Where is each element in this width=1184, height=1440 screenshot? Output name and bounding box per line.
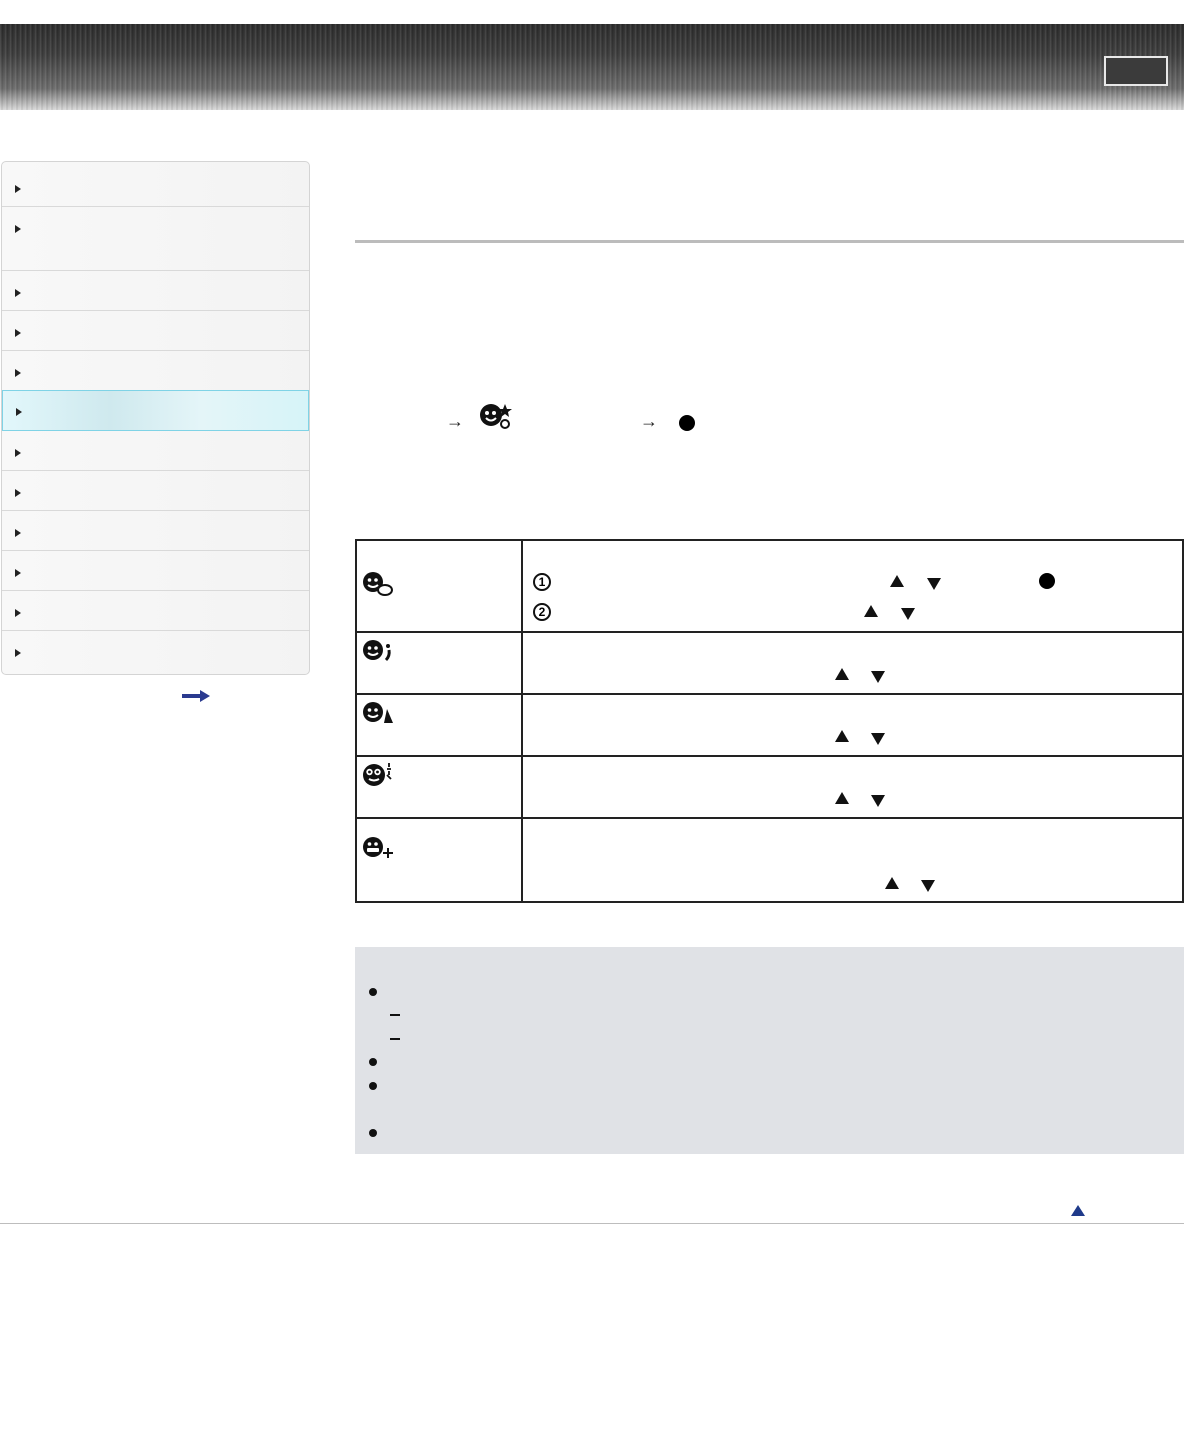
center-button-icon (679, 415, 695, 431)
footer-rule (0, 1223, 1184, 1224)
operation-steps: → → (355, 400, 1184, 444)
table-row: 1 2 (355, 539, 1184, 633)
nav-arrow-icon (15, 289, 21, 297)
table-cell-icon (355, 539, 523, 633)
step-2-icon: 2 (533, 603, 551, 621)
face-beauty-icon (480, 404, 512, 429)
up-button-icon (890, 575, 904, 587)
header-button[interactable] (1104, 56, 1168, 86)
down-button-icon (871, 671, 885, 683)
face-teeth-icon (363, 837, 393, 858)
table-cell-icon (355, 755, 523, 819)
step-1-icon: 1 (533, 573, 551, 591)
table-row (355, 817, 1184, 903)
note-bullet (369, 1058, 377, 1066)
notes-box (355, 947, 1184, 1154)
up-button-icon (835, 792, 849, 804)
up-button-icon (864, 605, 878, 617)
down-button-icon (901, 608, 915, 620)
table-cell-description (521, 817, 1184, 903)
note-bullet (369, 988, 377, 996)
table-cell-icon (355, 817, 523, 903)
header-banner (0, 24, 1184, 110)
up-button-icon (885, 877, 899, 889)
face-slim-icon (363, 702, 393, 723)
table-cell-description (521, 755, 1184, 819)
back-to-top-icon[interactable] (1071, 1205, 1085, 1216)
nav-arrow-icon (15, 329, 21, 337)
sidebar-item-10[interactable] (2, 551, 309, 591)
up-button-icon (835, 730, 849, 742)
face-shine-icon (363, 640, 391, 662)
beauty-effects-table: 1 2 (355, 539, 1184, 903)
sidebar-item-3[interactable] (2, 271, 309, 311)
down-button-icon (921, 880, 935, 892)
table-cell-description (521, 693, 1184, 757)
more-arrow-icon[interactable] (182, 690, 210, 702)
table-cell-description: 1 2 (521, 539, 1184, 633)
nav-arrow-icon (15, 609, 21, 617)
nav-arrow-icon (15, 649, 21, 657)
note-bullet (369, 1082, 377, 1090)
down-button-icon (927, 578, 941, 590)
nav-arrow-icon (15, 569, 21, 577)
sidebar-item-2[interactable] (2, 207, 309, 271)
title-rule (355, 240, 1184, 243)
note-bullet (369, 1129, 377, 1137)
down-button-icon (871, 795, 885, 807)
nav-arrow-icon (15, 185, 21, 193)
sidebar-item-8[interactable] (2, 471, 309, 511)
down-button-icon (871, 733, 885, 745)
table-cell-icon (355, 693, 523, 757)
face-eyes-icon (363, 763, 392, 786)
step-arrow-icon: → (640, 411, 658, 431)
sidebar-item-6-selected[interactable] (2, 390, 309, 431)
step-arrow-icon: → (446, 411, 464, 431)
note-sub-dash (390, 1014, 400, 1016)
table-cell-icon (355, 631, 523, 695)
table-row (355, 755, 1184, 819)
face-soft-skin-icon (363, 572, 393, 596)
table-row (355, 631, 1184, 695)
nav-arrow-icon (16, 408, 22, 416)
sidebar-item-7[interactable] (2, 431, 309, 471)
sidebar-nav (1, 161, 310, 675)
table-cell-description (521, 631, 1184, 695)
sidebar-item-4[interactable] (2, 311, 309, 351)
up-button-icon (835, 668, 849, 680)
sidebar-item-5[interactable] (2, 351, 309, 391)
nav-arrow-icon (15, 489, 21, 497)
table-row (355, 693, 1184, 757)
nav-arrow-icon (15, 225, 21, 233)
nav-arrow-icon (15, 529, 21, 537)
center-button-icon (1039, 573, 1055, 589)
nav-arrow-icon (15, 449, 21, 457)
note-sub-dash (390, 1038, 400, 1040)
sidebar-item-12[interactable] (2, 631, 309, 674)
sidebar-item-11[interactable] (2, 591, 309, 631)
sidebar-item-1[interactable] (2, 162, 309, 207)
nav-arrow-icon (15, 369, 21, 377)
sidebar-item-9[interactable] (2, 511, 309, 551)
